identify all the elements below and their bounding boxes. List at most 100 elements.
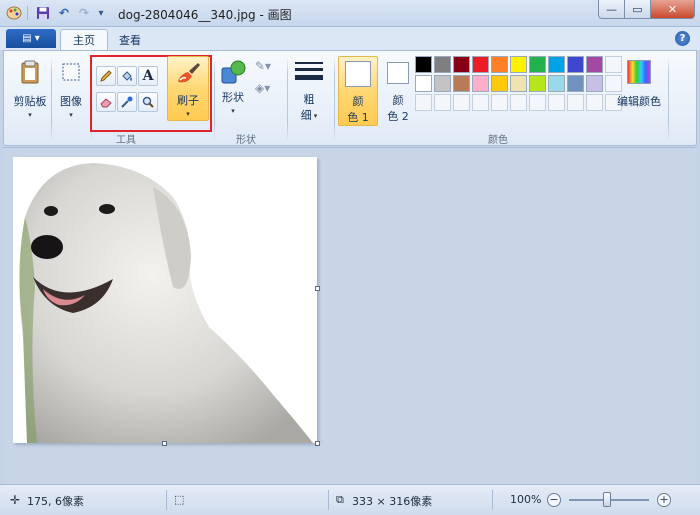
color-swatch[interactable] <box>415 75 432 92</box>
color-swatch[interactable] <box>510 75 527 92</box>
shapes-button[interactable]: 形状 ▾ <box>216 57 250 115</box>
zoom-out-button[interactable]: − <box>547 493 561 507</box>
ribbon-divider <box>287 57 288 141</box>
minimize-button[interactable]: — <box>598 0 625 19</box>
color2-button[interactable]: 颜 色 2 <box>381 56 415 126</box>
custom-color-slot[interactable] <box>491 94 508 111</box>
size-dropdown-icon: ▾ <box>313 112 318 120</box>
resize-handle-corner[interactable] <box>315 441 320 446</box>
color-swatch[interactable] <box>491 75 508 92</box>
image-dropdown-icon: ▾ <box>69 111 73 119</box>
redo-icon[interactable]: ↷ <box>76 5 92 21</box>
selection-size-icon: ⬚ <box>174 493 185 506</box>
brushes-label: 刷子 <box>177 94 199 107</box>
shapes-group-label: 形状 <box>236 135 256 146</box>
color-swatch[interactable] <box>472 56 489 73</box>
custom-color-slot[interactable] <box>434 94 451 111</box>
select-icon <box>56 57 86 87</box>
color-swatch[interactable] <box>453 75 470 92</box>
status-divider <box>328 490 329 510</box>
edit-colors-label: 编辑颜色 <box>617 95 661 108</box>
color-swatch[interactable] <box>472 75 489 92</box>
shapes-icon <box>218 57 248 87</box>
customize-quick-access-icon[interactable]: ▾ <box>95 5 107 21</box>
custom-color-slot[interactable] <box>586 94 603 111</box>
color-swatch[interactable] <box>567 75 584 92</box>
clipboard-label: 剪贴板 <box>13 95 47 108</box>
zoom-slider-thumb[interactable] <box>603 492 611 507</box>
color-swatch[interactable] <box>586 75 603 92</box>
color-palette <box>415 56 622 111</box>
color1-swatch <box>345 61 371 87</box>
custom-color-slot[interactable] <box>567 94 584 111</box>
image-button[interactable]: 图像 ▾ <box>53 57 89 119</box>
size-label-line1: 粗 <box>303 93 315 106</box>
custom-color-slot[interactable] <box>472 94 489 111</box>
line-size-icon <box>294 57 324 87</box>
custom-color-slot[interactable] <box>529 94 546 111</box>
maximize-button[interactable]: ▭ <box>624 0 651 19</box>
save-icon[interactable] <box>35 5 51 21</box>
color-wheel-icon <box>624 57 654 87</box>
color1-label-line2: 色 1 <box>347 111 369 124</box>
drawing-canvas[interactable] <box>13 157 317 443</box>
custom-color-slot[interactable] <box>548 94 565 111</box>
image-label: 图像 <box>60 95 82 108</box>
brushes-dropdown-icon: ▾ <box>186 110 190 118</box>
quick-access-divider <box>27 6 28 20</box>
status-divider <box>166 490 167 510</box>
canvas-work-area[interactable] <box>3 147 697 484</box>
title-bar: ↶ ↷ ▾ dog-2804046__340.jpg - 画图 — ▭ ✕ <box>0 0 700 27</box>
zoom-in-button[interactable]: + <box>657 493 671 507</box>
app-menu-button[interactable]: ▤ ▾ <box>6 29 56 48</box>
size-label-line2: 细 <box>300 109 312 122</box>
ribbon-divider <box>51 57 52 141</box>
color2-label-line1: 颜 <box>392 94 404 107</box>
color-swatch[interactable] <box>548 56 565 73</box>
size-button[interactable]: 粗 细 ▾ <box>291 57 327 123</box>
window-title: dog-2804046__340.jpg - 画图 <box>118 8 292 22</box>
color-swatch[interactable] <box>434 75 451 92</box>
brushes-button[interactable]: 刷子 ▾ <box>167 56 209 121</box>
custom-color-slot[interactable] <box>453 94 470 111</box>
canvas-size-icon: ⧉ <box>336 493 344 506</box>
zoom-level: 100% <box>510 493 542 506</box>
resize-handle-bottom[interactable] <box>162 441 167 446</box>
ribbon-divider <box>668 57 669 141</box>
color-swatch[interactable] <box>434 56 451 73</box>
status-bar: ✛ 175, 6像素 ⬚ ⧉ 333 × 316像素 100% − + <box>0 484 700 515</box>
edit-colors-button[interactable]: 编辑颜色 <box>614 57 664 109</box>
color-swatch[interactable] <box>510 56 527 73</box>
color-swatch[interactable] <box>529 75 546 92</box>
paint-app-icon[interactable] <box>6 5 22 21</box>
color-swatch[interactable] <box>567 56 584 73</box>
ribbon-home: 剪贴板 ▾ 图像 ▾ A 工具 刷子 ▾ 形状 ▾ ✎▾ ◈▾ 形状 粗 细 ▾… <box>3 50 697 146</box>
ribbon-divider <box>334 57 335 141</box>
tab-view[interactable]: 查看 <box>107 29 153 50</box>
close-button[interactable]: ✕ <box>650 0 695 19</box>
clipboard-icon <box>15 57 45 87</box>
cursor-position-icon: ✛ <box>10 493 21 507</box>
color2-swatch <box>387 62 409 84</box>
color-swatch[interactable] <box>548 75 565 92</box>
ribbon-divider <box>214 57 215 141</box>
dog-photo <box>19 163 313 443</box>
brush-icon <box>173 59 203 89</box>
color-swatch[interactable] <box>453 56 470 73</box>
color-swatch[interactable] <box>586 56 603 73</box>
color-swatch[interactable] <box>529 56 546 73</box>
color-swatch[interactable] <box>415 56 432 73</box>
custom-color-slot[interactable] <box>415 94 432 111</box>
clipboard-dropdown-icon: ▾ <box>28 111 32 119</box>
clipboard-button[interactable]: 剪贴板 ▾ <box>10 57 50 119</box>
color-swatch[interactable] <box>491 56 508 73</box>
outline-icon[interactable]: ✎▾ <box>255 59 271 73</box>
custom-color-slot[interactable] <box>510 94 527 111</box>
resize-handle-right[interactable] <box>315 286 320 291</box>
tab-home[interactable]: 主页 <box>60 29 108 50</box>
help-icon[interactable]: ? <box>675 31 690 46</box>
color1-button[interactable]: 颜 色 1 <box>338 56 378 126</box>
undo-icon[interactable]: ↶ <box>56 5 72 21</box>
shapes-dropdown-icon: ▾ <box>231 107 235 115</box>
fill-icon[interactable]: ◈▾ <box>255 81 270 95</box>
